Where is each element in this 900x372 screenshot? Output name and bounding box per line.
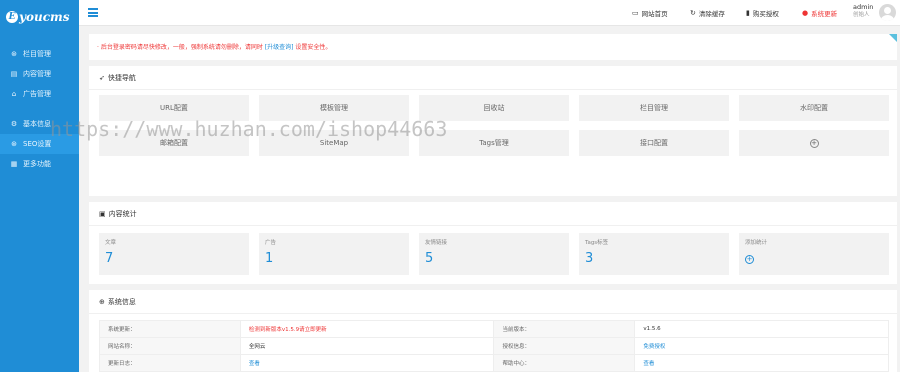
user-name: admin xyxy=(853,3,874,11)
info-key: 网站名称： xyxy=(99,337,241,355)
changelog-link[interactable]: 查看 xyxy=(239,354,495,372)
watermark: https://www.huzhan.com/ishop44663 xyxy=(50,117,448,141)
system-update-link[interactable]: ● 系统更新 xyxy=(802,8,837,18)
stat-label: Tags标签 xyxy=(585,240,609,246)
notice-link[interactable]: [升级查询] xyxy=(265,44,294,51)
user-role: 创始人 xyxy=(853,12,870,18)
info-key: 系统更新： xyxy=(99,320,241,338)
stat-value: 5 xyxy=(425,251,434,266)
stat-value: 1 xyxy=(265,251,274,266)
info-value: 全网云 xyxy=(239,337,495,355)
buy-license-label: 购买授权 xyxy=(752,10,779,18)
quick-add-button[interactable]: + xyxy=(739,130,889,156)
stat-value: 7 xyxy=(105,251,114,266)
home-icon: ⌂ xyxy=(11,90,17,98)
info-key: 授权信息： xyxy=(493,337,636,355)
avatar[interactable] xyxy=(879,4,896,21)
quick-nav-title-text: 快捷导航 xyxy=(107,73,136,82)
plus-circle-icon: + xyxy=(809,138,819,148)
system-update-label: 系统更新 xyxy=(811,10,838,18)
system-info-title: ⊕ 系统信息 xyxy=(89,290,897,314)
info-value: v1.5.6 xyxy=(634,320,889,338)
alert-icon: ● xyxy=(802,9,809,17)
notice-bar: · 后台登录密码请尽快修改，一般，强制系统请勿删除，请同时 [升级查询] 设置安… xyxy=(89,34,897,60)
notice-text: · 后台登录密码请尽快修改，一般，强制系统请勿删除，请同时 xyxy=(97,44,263,51)
table-row: 系统更新： 检测到新版本v1.5.9请立即更新 当前版本： v1.5.6 xyxy=(99,320,889,338)
notice-corner-badge xyxy=(889,34,897,42)
sidebar-item-more[interactable]: ▦ 更多功能 xyxy=(0,154,79,174)
sidebar-item-ads[interactable]: ⌂ 广告管理 xyxy=(0,84,79,104)
user-info[interactable]: admin 创始人 xyxy=(853,3,873,19)
system-info-title-text: 系统信息 xyxy=(107,297,136,306)
document-icon: ▤ xyxy=(10,70,18,78)
top-header: ▭ 网站首页 ↻ 清除缓存 ▮ 购买授权 ● 系统更新 admin 创始人 xyxy=(79,0,900,26)
site-home-link[interactable]: ▭ 网站首页 xyxy=(632,8,668,18)
clear-cache-link[interactable]: ↻ 清除缓存 xyxy=(690,8,725,18)
logo[interactable]: E youcms xyxy=(0,0,79,34)
sidebar-item-label: 内容管理 xyxy=(23,70,51,78)
table-row: 网站名称： 全网云 授权信息： 免费授权 xyxy=(99,337,889,355)
stats-icon: ▣ xyxy=(99,209,106,218)
stat-value: 3 xyxy=(585,251,594,266)
stat-tags[interactable]: Tags标签 3 xyxy=(579,233,729,275)
info-key: 帮助中心： xyxy=(493,354,636,372)
sidebar-item-label: 广告管理 xyxy=(23,90,51,98)
sidebar-item-label: 栏目管理 xyxy=(23,50,51,58)
globe-icon: ⊛ xyxy=(11,50,17,58)
content-stats-title-text: 内容统计 xyxy=(108,209,137,218)
content-stats-panel: ▣ 内容统计 文章 7 广告 1 友情链接 5 Tags标签 3 添加统计 + xyxy=(89,202,897,284)
stat-label: 文章 xyxy=(105,240,117,246)
content-stats-title: ▣ 内容统计 xyxy=(89,202,897,226)
system-info-table: 系统更新： 检测到新版本v1.5.9请立即更新 当前版本： v1.5.6 网站名… xyxy=(99,320,889,372)
info-key: 更新日志： xyxy=(99,354,241,372)
quick-api-button[interactable]: 接口配置 xyxy=(579,130,729,156)
stat-links[interactable]: 友情链接 5 xyxy=(419,233,569,275)
gear-icon: ⚙ xyxy=(10,120,18,128)
grid-icon: ▦ xyxy=(10,160,18,168)
info-icon: ⊕ xyxy=(99,297,105,306)
sidebar-item-label: SEO设置 xyxy=(23,140,52,148)
buy-license-link[interactable]: ▮ 购买授权 xyxy=(746,8,779,18)
stat-articles[interactable]: 文章 7 xyxy=(99,233,249,275)
stat-ads[interactable]: 广告 1 xyxy=(259,233,409,275)
sidebar-item-columns[interactable]: ⊛ 栏目管理 xyxy=(0,44,79,64)
logo-mark: E xyxy=(6,11,18,23)
clear-cache-label: 清除缓存 xyxy=(698,10,725,18)
globe-icon: ⊛ xyxy=(11,140,17,148)
sidebar-item-label: 基本信息 xyxy=(23,120,51,128)
logo-text: youcms xyxy=(19,10,70,24)
update-notice-link[interactable]: 检测到新版本v1.5.9请立即更新 xyxy=(239,320,495,338)
notice-text-end: 设置安全性。 xyxy=(295,44,332,51)
quick-columns-button[interactable]: 栏目管理 xyxy=(579,95,729,121)
stat-label: 添加统计 xyxy=(745,240,768,246)
sidebar: E youcms ⊛ 栏目管理 ▤ 内容管理 ⌂ 广告管理 ⚙ 基本信息 ⊛ S… xyxy=(0,0,79,372)
send-icon: ➶ xyxy=(99,73,105,82)
plus-circle-icon: + xyxy=(745,254,883,264)
sidebar-item-label: 更多功能 xyxy=(23,160,51,168)
monitor-icon: ▭ xyxy=(632,9,639,17)
stat-add[interactable]: 添加统计 + xyxy=(739,233,889,275)
stat-add-symbol: + xyxy=(745,255,754,264)
quick-watermark-button[interactable]: 水印配置 xyxy=(739,95,889,121)
menu-toggle-icon[interactable] xyxy=(88,8,98,17)
quick-nav-title: ➶ 快捷导航 xyxy=(89,66,897,90)
license-link[interactable]: 免费授权 xyxy=(634,337,889,355)
help-center-link[interactable]: 查看 xyxy=(634,354,889,372)
table-row: 更新日志： 查看 帮助中心： 查看 xyxy=(99,354,889,372)
main-content: · 后台登录密码请尽快修改，一般，强制系统请勿删除，请同时 [升级查询] 设置安… xyxy=(79,26,900,372)
site-home-label: 网站首页 xyxy=(641,10,668,18)
info-key: 当前版本： xyxy=(493,320,636,338)
refresh-icon: ↻ xyxy=(690,9,696,17)
sidebar-item-content[interactable]: ▤ 内容管理 xyxy=(0,64,79,84)
system-info-panel: ⊕ 系统信息 系统更新： 检测到新版本v1.5.9请立即更新 当前版本： v1.… xyxy=(89,290,897,372)
stat-label: 广告 xyxy=(265,240,277,246)
stat-label: 友情链接 xyxy=(425,240,448,246)
bookmark-icon: ▮ xyxy=(746,9,750,17)
